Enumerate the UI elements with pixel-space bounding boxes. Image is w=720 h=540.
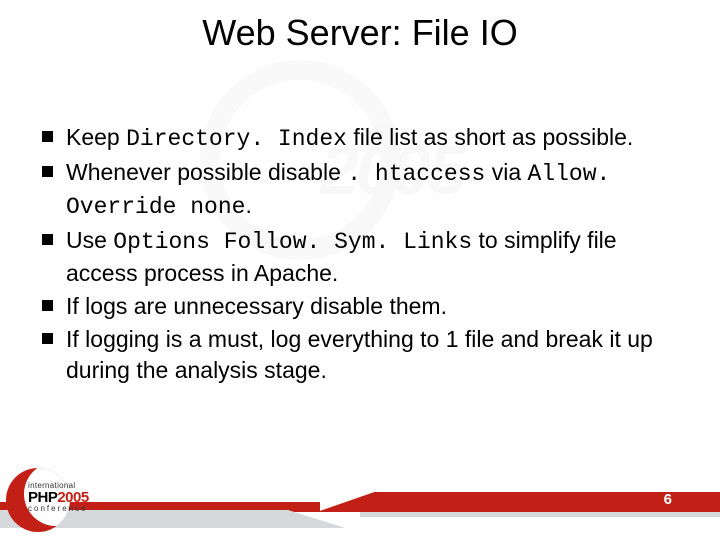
bullet-text: . (245, 192, 251, 218)
logo-text: international PHP2005 conference (28, 482, 89, 513)
bullet-text: Use (66, 227, 113, 253)
bullet-text: If logging is a must, log everything to … (66, 326, 653, 383)
code-text: Directory. Index (126, 126, 347, 152)
bullet-text: Whenever possible disable (66, 159, 347, 185)
logo-line3: conference (28, 505, 89, 513)
slide-title: Web Server: File IO (0, 12, 720, 54)
code-text: Options Follow. Sym. Links (113, 229, 472, 255)
bullet-text: If logs are unnecessary disable them. (66, 293, 447, 319)
bullet-text: via (485, 159, 527, 185)
bullet-text: file list as short as possible. (347, 124, 633, 150)
bullet-item: Whenever possible disable . htaccess via… (38, 157, 678, 223)
bullet-item: Use Options Follow. Sym. Links to simpli… (38, 225, 678, 289)
bullet-list: Keep Directory. Index file list as short… (38, 122, 678, 386)
bullet-item: Keep Directory. Index file list as short… (38, 122, 678, 155)
conference-logo: international PHP2005 conference (6, 464, 102, 534)
bullet-item: If logs are unnecessary disable them. (38, 291, 678, 322)
code-text: . htaccess (347, 161, 485, 187)
logo-line2: PHP2005 (28, 490, 89, 505)
bullet-item: If logging is a must, log everything to … (38, 324, 678, 386)
slide: 2005 Web Server: File IO Keep Directory.… (0, 0, 720, 540)
page-number: 6 (664, 491, 672, 508)
bullet-text: Keep (66, 124, 126, 150)
slide-body: Keep Directory. Index file list as short… (38, 122, 678, 388)
